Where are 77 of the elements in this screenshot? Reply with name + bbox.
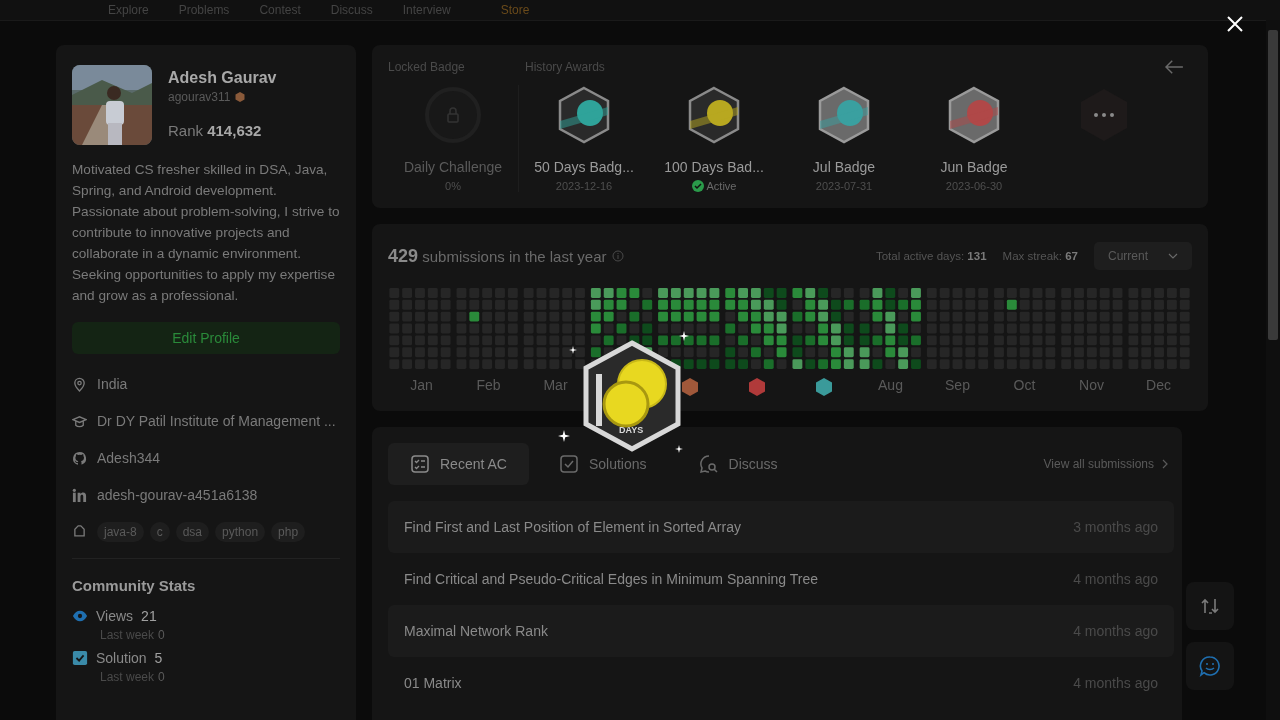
month-label: Oct	[1012, 377, 1037, 395]
badge-icon	[234, 92, 245, 102]
check-circle-icon	[691, 180, 704, 192]
chevron-right-icon	[1162, 459, 1168, 469]
profile-link[interactable]: Adesh344	[97, 450, 161, 466]
edit-profile-button[interactable]: Edit Profile	[72, 322, 340, 354]
sparkle-icon	[569, 346, 577, 354]
checkbox-icon	[72, 650, 88, 666]
badge-detail: 2023-07-31	[815, 180, 873, 192]
lock-icon	[423, 85, 483, 145]
skill-tag[interactable]: php	[271, 522, 306, 542]
badge-name: Daily Challenge	[403, 159, 503, 175]
github-icon	[72, 450, 87, 466]
linkedin-icon	[72, 487, 87, 503]
stat-value: 5	[154, 650, 163, 666]
sparkle-icon	[675, 445, 683, 453]
tab[interactable]: Solutions	[536, 443, 669, 485]
month-label: Mar	[542, 377, 569, 395]
sparkle-icon	[679, 331, 689, 341]
tab[interactable]: Discuss	[676, 443, 800, 485]
eye-icon	[72, 608, 88, 624]
active-days: Total active days: 131	[875, 250, 987, 262]
stat-label: Solution	[96, 650, 147, 666]
sparkle-icon	[558, 430, 570, 442]
checkbox-icon	[558, 454, 579, 474]
badge-name: Jul Badge	[812, 159, 876, 175]
problem-title: 01 Matrix	[404, 675, 462, 691]
badge-caption: DAYS	[619, 425, 644, 435]
profile-link[interactable]: adesh-gourav-a451a6138	[97, 487, 258, 503]
section-title: Community Stats	[72, 577, 197, 594]
month-label: Dec	[1145, 377, 1172, 395]
info-icon	[612, 250, 625, 262]
bio-text: Motivated CS fresher skilled in DSA, Java, Spring, and Android development. Passionate about problem-solving, I strive to contribute to innovative projects and collaborate in a dynamic environment. Seeking opportunities to apply my expertise and grow as a professional.	[72, 161, 340, 305]
back-arrow-icon[interactable]	[1164, 59, 1184, 75]
username: agourav311	[168, 90, 231, 104]
tab[interactable]: Recent AC	[388, 443, 529, 485]
skill-tag[interactable]: java-8	[97, 522, 144, 542]
stat-value: 21	[141, 608, 157, 624]
badge-name: Jun Badge	[940, 159, 1008, 175]
scrollbar-thumb[interactable]	[1268, 30, 1278, 340]
detail-text: Dr DY Patil Institute of Management ...	[97, 413, 336, 429]
year-dropdown[interactable]: Current	[1094, 242, 1192, 270]
month-label: Jan	[409, 377, 434, 395]
graduation-cap-icon	[72, 413, 87, 429]
stat-subvalue: 0	[158, 628, 165, 642]
month-label: Feb	[475, 377, 502, 395]
chat-search-icon	[698, 454, 719, 474]
rank: Rank 414,632	[168, 122, 263, 139]
stat-subvalue: 0	[158, 670, 165, 684]
badge-detail: 2023-06-30	[945, 180, 1003, 192]
user-name: Adesh Gaurav	[168, 69, 277, 87]
badge-detail: Active	[706, 180, 737, 192]
max-streak: Max streak: 67	[1002, 250, 1078, 262]
view-all-link[interactable]: View all submissions	[1043, 457, 1168, 471]
submissions-summary: 429 submissions in the last year	[388, 245, 607, 267]
feedback-button[interactable]	[1186, 642, 1234, 690]
switch-layout-button[interactable]	[1186, 582, 1234, 630]
badge-name: 100 Days Bad...	[664, 159, 764, 175]
close-icon[interactable]	[1226, 15, 1244, 33]
skill-tag[interactable]: c	[149, 522, 170, 542]
chevron-down-icon	[1168, 253, 1178, 259]
badge-detail: 2023-12-16	[555, 180, 613, 192]
problem-title: Maximal Network Rank	[404, 623, 548, 639]
month-label: Nov	[1078, 377, 1105, 395]
skill-tag[interactable]: dsa	[175, 522, 210, 542]
detail-text: India	[97, 376, 128, 392]
location-icon	[72, 376, 87, 392]
month-label: Aug	[877, 377, 904, 395]
smiley-chat-icon	[1199, 655, 1221, 677]
problem-title: Find First and Last Position of Element in Sorted Array	[404, 519, 741, 535]
badge-name: 50 Days Badg...	[534, 159, 634, 175]
month-label: Sep	[944, 377, 971, 395]
nav-link[interactable]: Store	[500, 3, 530, 17]
skill-tag[interactable]: python	[215, 522, 266, 542]
stat-label: Views	[96, 608, 134, 624]
problem-title: Find Critical and Pseudo-Critical Edges in Minimum Spanning Tree	[404, 571, 818, 587]
checklist-icon	[410, 454, 430, 474]
